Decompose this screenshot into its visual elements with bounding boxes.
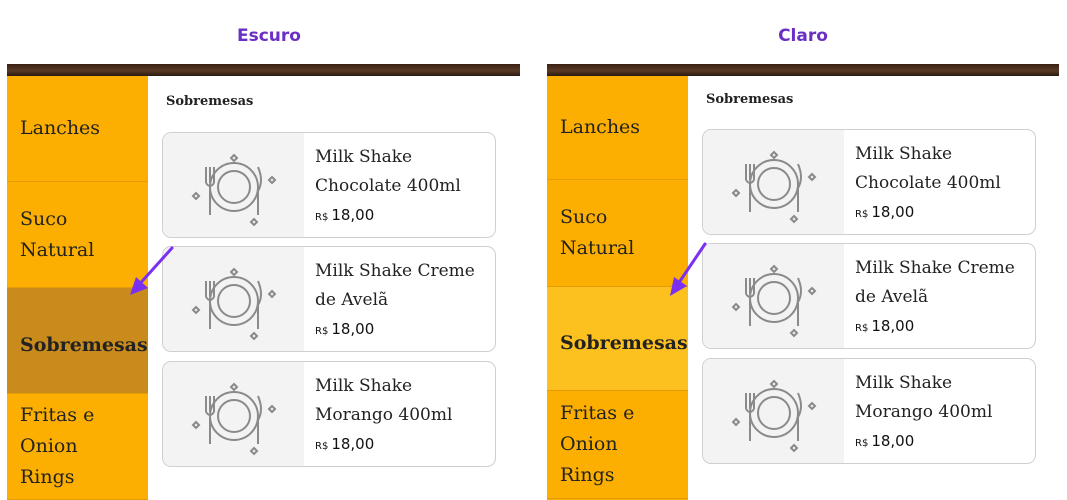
category-label: Lanches [20, 117, 101, 139]
product-name: Milk Shake Creme de Avelã [855, 258, 1015, 307]
plate-fork-knife-icon [731, 379, 816, 453]
product-name: Milk Shake Chocolate 400ml [315, 147, 461, 196]
price-value: 18,00 [331, 206, 375, 224]
panel-label-claro: Claro [778, 26, 828, 46]
product-thumbnail [703, 130, 844, 234]
category-label: Sobremesas [560, 332, 688, 354]
plate-fork-knife-icon [191, 267, 276, 341]
product-thumbnail [163, 247, 304, 351]
price-value: 18,00 [331, 320, 375, 338]
product-name: Milk Shake Chocolate 400ml [855, 144, 1001, 193]
product-thumbnail [703, 359, 844, 463]
category-item-lanches[interactable]: Lanches [547, 76, 688, 180]
product-thumbnail [703, 244, 844, 348]
product-card[interactable]: Milk Shake Chocolate 400ml R$ 18,00 [162, 132, 496, 238]
plate-fork-knife-icon [731, 150, 816, 224]
product-price: R$ 18,00 [855, 203, 914, 221]
category-label: Suco Natural [20, 207, 95, 261]
arrow-icon [670, 242, 707, 296]
product-price: R$ 18,00 [855, 317, 914, 335]
price-currency: R$ [855, 323, 869, 334]
category-item-sobremesas[interactable]: Sobremesas [547, 287, 688, 391]
price-currency: R$ [315, 441, 329, 452]
product-price: R$ 18,00 [855, 432, 914, 450]
product-price: R$ 18,00 [315, 320, 374, 338]
price-currency: R$ [855, 209, 869, 220]
category-item-fritas-onion-rings[interactable]: Fritas e Onion Rings [7, 394, 148, 500]
product-thumbnail [163, 133, 304, 237]
price-currency: R$ [315, 326, 329, 337]
product-price: R$ 18,00 [315, 435, 374, 453]
price-currency: R$ [315, 212, 329, 223]
phone-screen-escuro: Lanches Suco Natural Sobremesas Fritas e… [7, 64, 520, 500]
product-thumbnail [163, 362, 304, 466]
price-value: 18,00 [871, 203, 915, 221]
header-banner-image [7, 64, 520, 76]
plate-fork-knife-icon [731, 264, 816, 338]
category-label: Fritas e Onion Rings [560, 402, 635, 486]
price-value: 18,00 [871, 432, 915, 450]
product-card[interactable]: Milk Shake Morango 400ml R$ 18,00 [702, 358, 1036, 464]
arrow-icon [130, 246, 174, 295]
product-list: Sobremesas Milk Shake Chocolate 400ml R$… [688, 76, 1059, 500]
category-label: Lanches [560, 116, 641, 138]
product-card[interactable]: Milk Shake Morango 400ml R$ 18,00 [162, 361, 496, 467]
product-card[interactable]: Milk Shake Creme de Avelã R$ 18,00 [162, 246, 496, 352]
price-value: 18,00 [871, 317, 915, 335]
price-currency: R$ [855, 438, 869, 449]
section-title: Sobremesas [706, 92, 794, 107]
category-item-lanches[interactable]: Lanches [7, 76, 148, 182]
section-title: Sobremesas [166, 94, 254, 109]
plate-fork-knife-icon [191, 153, 276, 227]
category-label: Sobremesas [20, 334, 148, 356]
header-banner-image [547, 64, 1059, 76]
price-value: 18,00 [331, 435, 375, 453]
product-card[interactable]: Milk Shake Chocolate 400ml R$ 18,00 [702, 129, 1036, 235]
category-label: Suco Natural [560, 206, 635, 259]
product-name: Milk Shake Creme de Avelã [315, 261, 475, 310]
category-label: Fritas e Onion Rings [20, 404, 95, 488]
category-item-sobremesas[interactable]: Sobremesas [7, 288, 148, 394]
phone-screen-claro: Lanches Suco Natural Sobremesas Fritas e… [547, 64, 1059, 500]
product-list: Sobremesas Milk Shake Chocolate 400ml R$… [148, 76, 520, 500]
product-price: R$ 18,00 [315, 206, 374, 224]
category-item-fritas-onion-rings[interactable]: Fritas e Onion Rings [547, 391, 688, 499]
product-card[interactable]: Milk Shake Creme de Avelã R$ 18,00 [702, 243, 1036, 349]
product-name: Milk Shake Morango 400ml [855, 373, 993, 422]
product-name: Milk Shake Morango 400ml [315, 376, 453, 425]
plate-fork-knife-icon [191, 382, 276, 456]
panel-label-escuro: Escuro [237, 26, 301, 46]
